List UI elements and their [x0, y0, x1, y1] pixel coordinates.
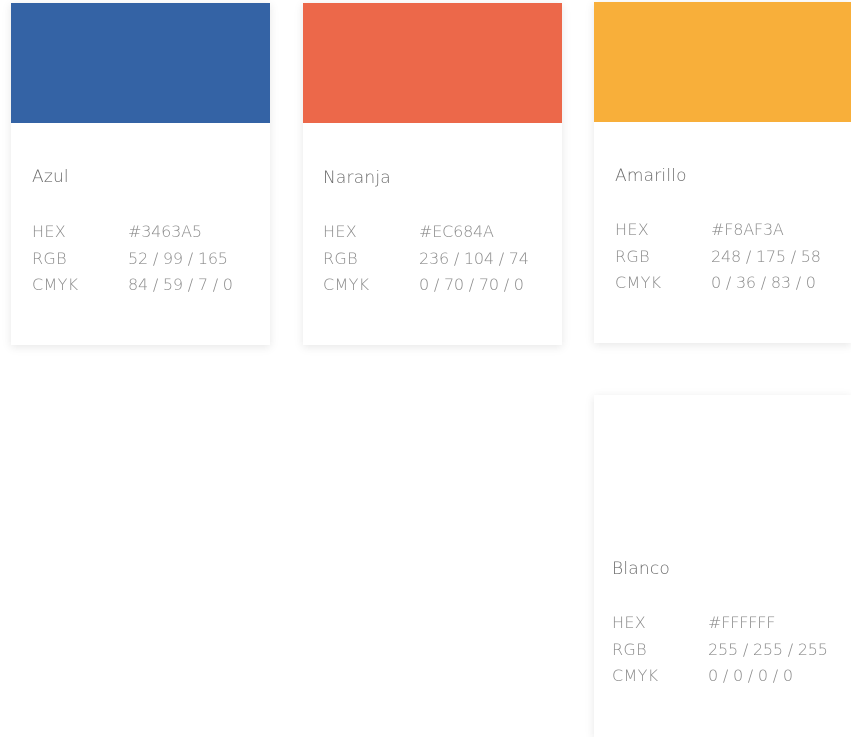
color-name: Amarillo [615, 166, 687, 186]
spec-value: #FFFFFF [708, 613, 776, 632]
spec-row-rgb: RGB 248 / 175 / 58 [615, 244, 821, 271]
color-specs: HEX #F8AF3A RGB 248 / 175 / 58 CMYK 0 / … [615, 217, 821, 297]
color-card-naranja: Naranja HEX #EC684A RGB 236 / 104 / 74 C… [303, 3, 562, 345]
spec-row-cmyk: CMYK 0 / 36 / 83 / 0 [615, 270, 821, 297]
spec-label: CMYK [32, 275, 79, 294]
color-specs: HEX #FFFFFF RGB 255 / 255 / 255 CMYK 0 /… [612, 610, 828, 690]
spec-label: HEX [615, 220, 650, 239]
spec-label: HEX [323, 222, 358, 241]
spec-value: 0 / 36 / 83 / 0 [711, 273, 816, 292]
color-palette-page: Azul HEX #3463A5 RGB 52 / 99 / 165 CMYK … [0, 0, 851, 737]
spec-row-hex: HEX #F8AF3A [615, 217, 821, 244]
spec-value: 0 / 0 / 0 / 0 [708, 666, 793, 685]
spec-row-hex: HEX #3463A5 [32, 219, 233, 246]
spec-row-cmyk: CMYK 0 / 0 / 0 / 0 [612, 663, 828, 690]
spec-label: RGB [32, 248, 67, 268]
spec-label: CMYK [612, 666, 659, 685]
spec-value: 52 / 99 / 165 [128, 248, 228, 268]
color-card-azul: Azul HEX #3463A5 RGB 52 / 99 / 165 CMYK … [11, 3, 270, 345]
spec-label: CMYK [615, 273, 662, 292]
spec-value: 84 / 59 / 7 / 0 [128, 275, 233, 294]
color-swatch [594, 395, 851, 515]
color-card-amarillo: Amarillo HEX #F8AF3A RGB 248 / 175 / 58 … [594, 2, 851, 343]
spec-value: #F8AF3A [711, 220, 784, 239]
color-swatch [594, 2, 851, 122]
spec-label: HEX [612, 613, 647, 632]
spec-value: 255 / 255 / 255 [708, 639, 828, 659]
spec-row-rgb: RGB 52 / 99 / 165 [32, 246, 233, 273]
color-card-blanco: Blanco HEX #FFFFFF RGB 255 / 255 / 255 C… [594, 395, 851, 737]
spec-label: RGB [612, 639, 647, 659]
color-swatch [11, 3, 270, 123]
color-name: Naranja [323, 168, 391, 188]
spec-value: 236 / 104 / 74 [419, 248, 529, 268]
spec-row-hex: HEX #EC684A [323, 219, 529, 246]
color-specs: HEX #EC684A RGB 236 / 104 / 74 CMYK 0 / … [323, 219, 529, 299]
spec-row-rgb: RGB 236 / 104 / 74 [323, 246, 529, 273]
spec-row-cmyk: CMYK 84 / 59 / 7 / 0 [32, 272, 233, 299]
color-name: Blanco [612, 559, 670, 579]
spec-value: #EC684A [419, 222, 494, 241]
spec-row-cmyk: CMYK 0 / 70 / 70 / 0 [323, 272, 529, 299]
spec-row-hex: HEX #FFFFFF [612, 610, 828, 637]
spec-value: 0 / 70 / 70 / 0 [419, 275, 524, 294]
spec-label: RGB [615, 246, 650, 266]
spec-value: #3463A5 [128, 222, 202, 241]
color-swatch [303, 3, 562, 123]
spec-label: RGB [323, 248, 358, 268]
color-name: Azul [32, 167, 69, 187]
spec-row-rgb: RGB 255 / 255 / 255 [612, 637, 828, 664]
spec-value: 248 / 175 / 58 [711, 246, 821, 266]
color-specs: HEX #3463A5 RGB 52 / 99 / 165 CMYK 84 / … [32, 219, 233, 299]
spec-label: CMYK [323, 275, 370, 294]
spec-label: HEX [32, 222, 67, 241]
